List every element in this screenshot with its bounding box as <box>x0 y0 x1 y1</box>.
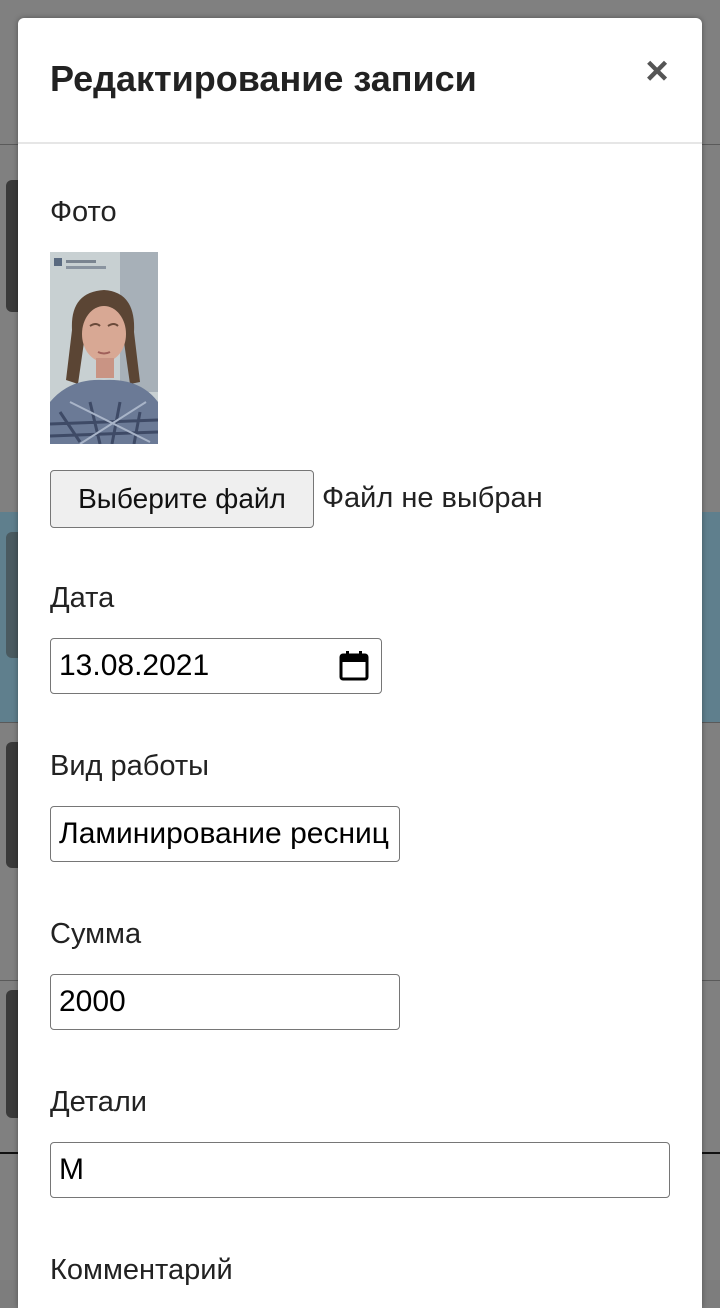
close-button[interactable]: × <box>640 51 674 91</box>
amount-input[interactable]: 2000 <box>50 974 400 1030</box>
amount-value: 2000 <box>59 985 126 1018</box>
details-value: М <box>59 1153 84 1186</box>
choose-file-button[interactable]: Выберите файл <box>50 470 314 528</box>
date-label: Дата <box>50 582 115 614</box>
edit-record-modal: Редактирование записи × Фото Выберите фа… <box>18 18 702 1308</box>
photo-label: Фото <box>50 196 117 228</box>
work-type-input[interactable]: Ламинирование ресниц <box>50 806 400 862</box>
date-input[interactable]: 13.08.2021 <box>50 638 382 694</box>
calendar-icon[interactable] <box>339 651 369 681</box>
file-status-text: Файл не выбран <box>322 482 543 514</box>
work-type-label: Вид работы <box>50 750 210 782</box>
details-label: Детали <box>50 1086 148 1118</box>
comment-label: Комментарий <box>50 1254 233 1286</box>
modal-header: Редактирование записи × <box>18 18 702 144</box>
work-type-value: Ламинирование ресниц <box>59 817 389 850</box>
details-input[interactable]: М <box>50 1142 670 1198</box>
modal-title: Редактирование записи <box>50 58 477 99</box>
photo-portrait-image <box>50 252 158 444</box>
amount-label: Сумма <box>50 918 142 950</box>
close-icon[interactable]: × <box>645 49 668 93</box>
record-photo <box>50 252 158 444</box>
date-value: 13.08.2021 <box>59 649 210 682</box>
